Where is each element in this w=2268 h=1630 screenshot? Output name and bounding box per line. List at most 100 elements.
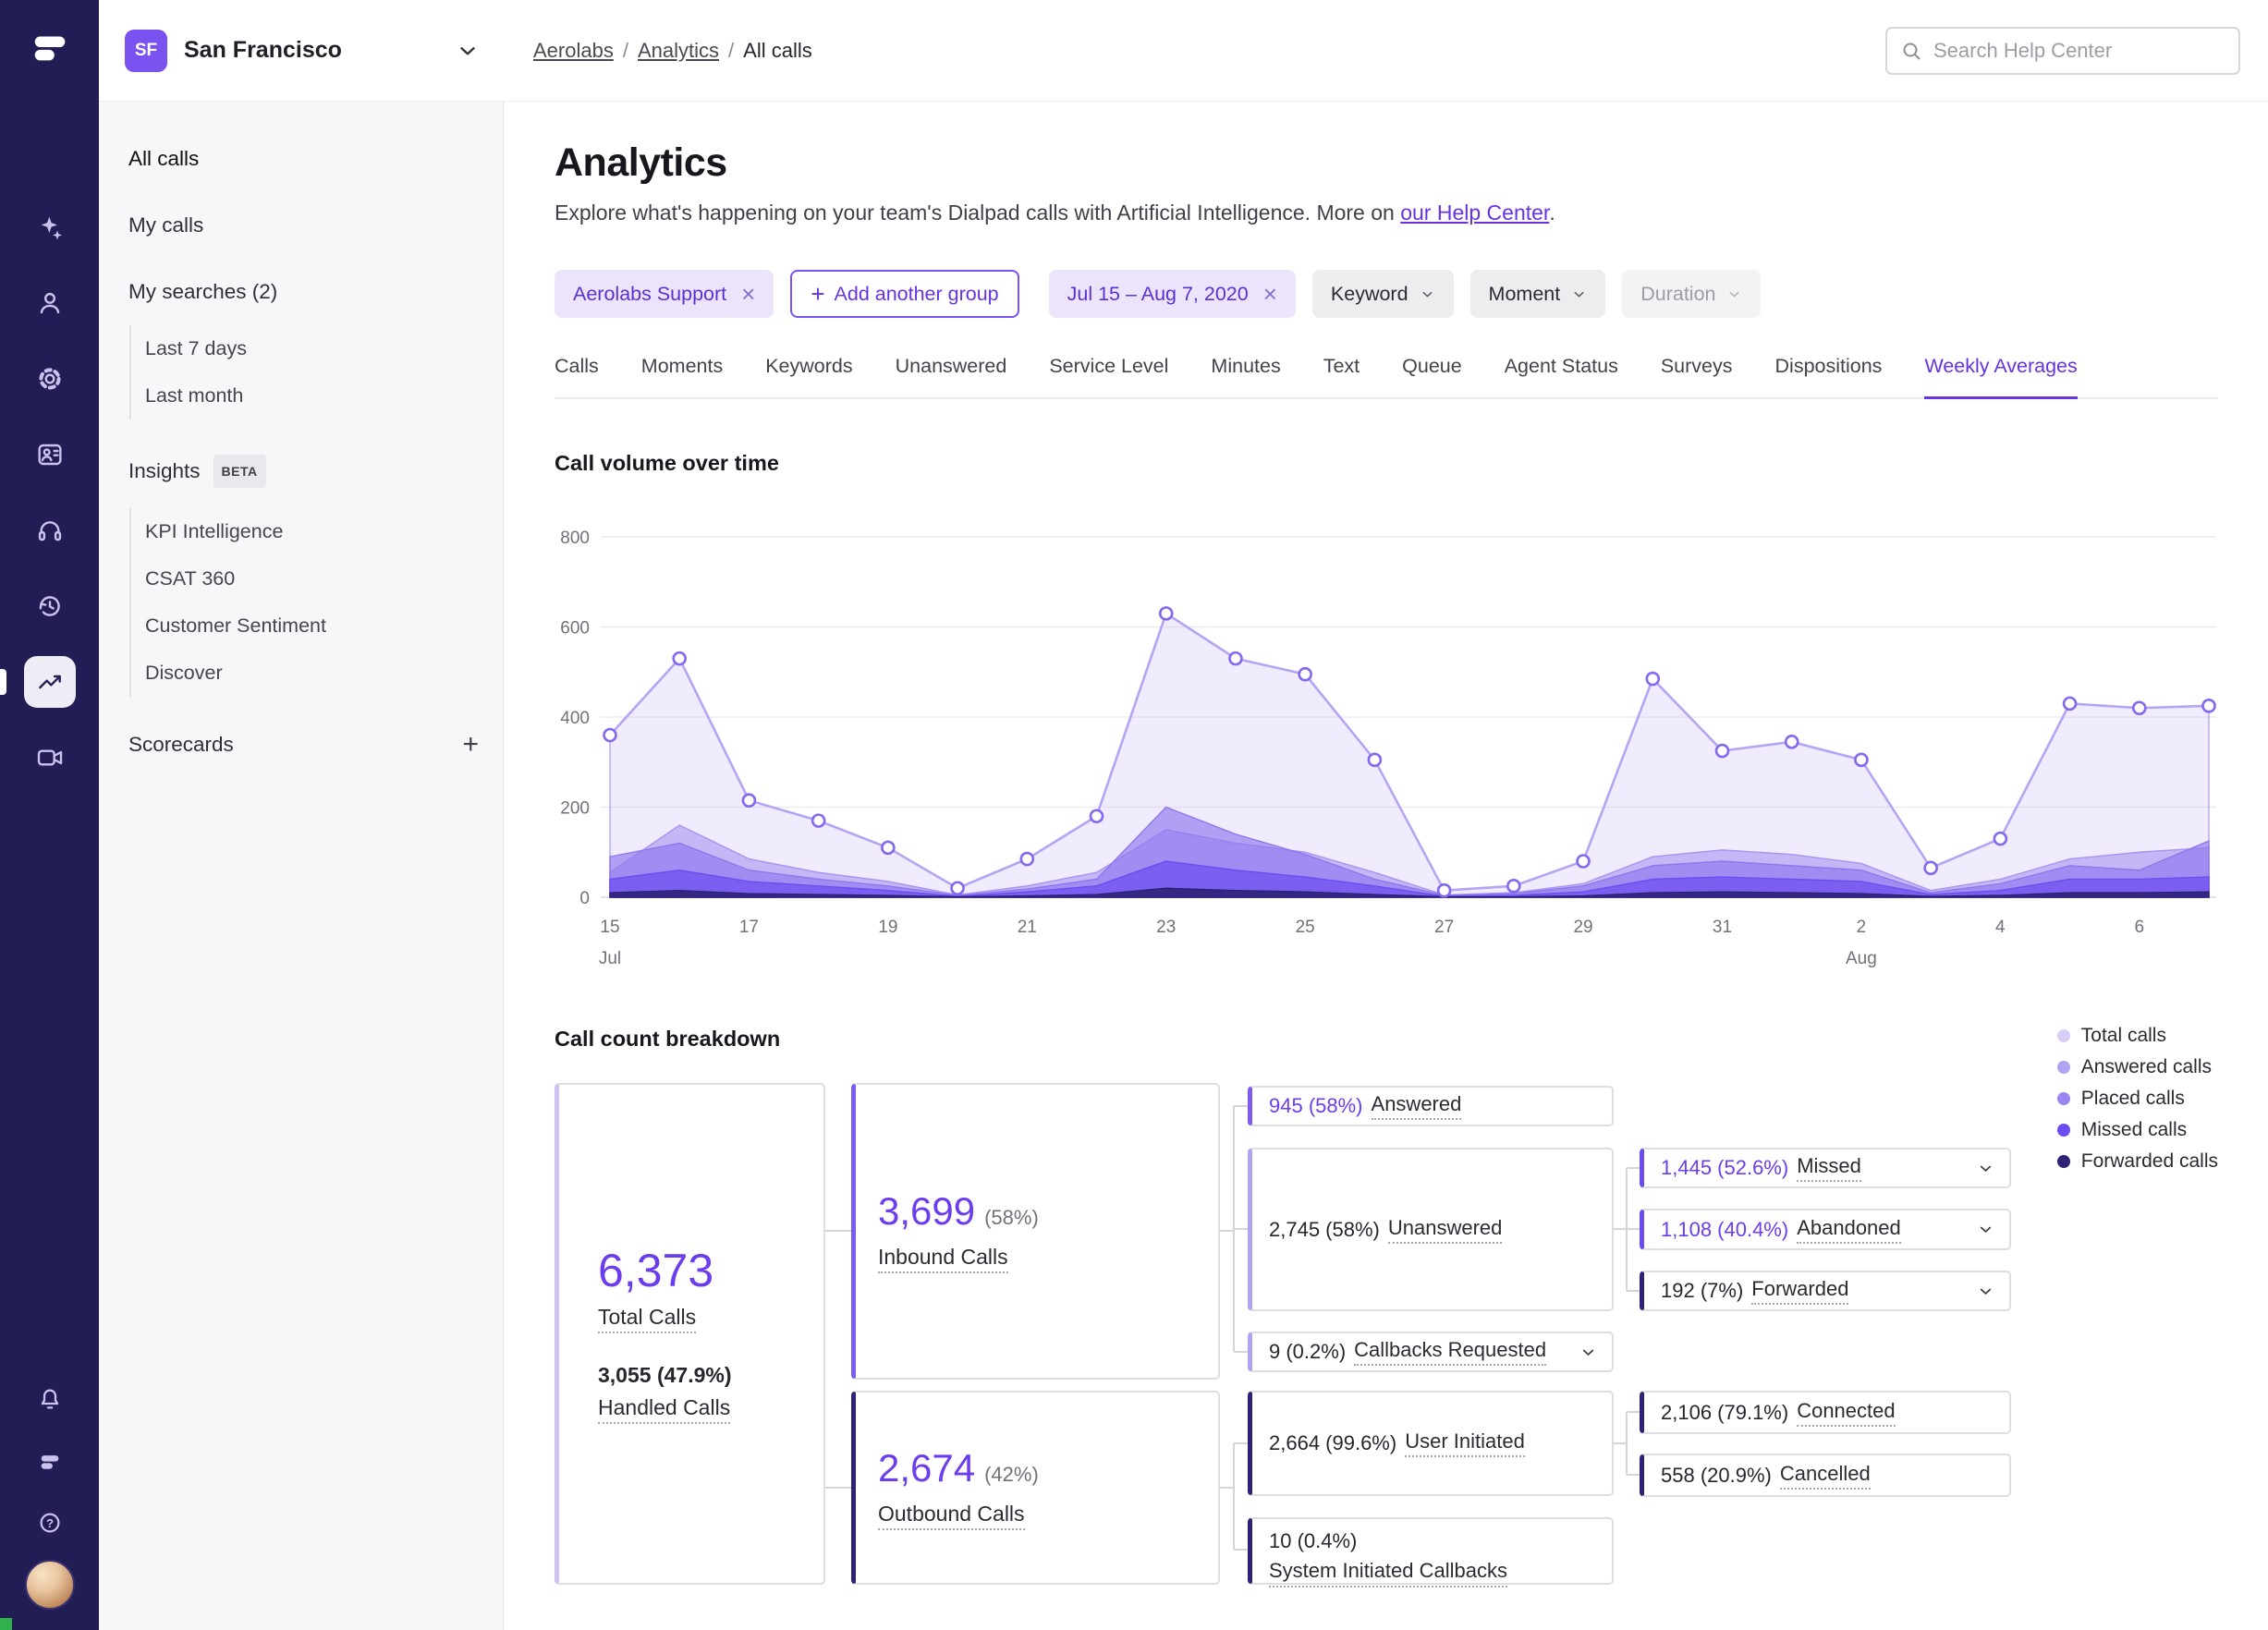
filter-chip-aerolabs-support[interactable]: Aerolabs Support × — [555, 270, 774, 318]
tab-weekly-averages[interactable]: Weekly Averages — [1924, 355, 2078, 399]
outbound-value: 2,674 — [878, 1445, 976, 1490]
shared-lines-icon[interactable] — [24, 429, 76, 480]
app-window: ? SF San Francisco Aerolabs / Analytics / Al… — [0, 0, 2268, 1630]
sidebar-item-last-7-days[interactable]: Last 7 days — [99, 325, 503, 372]
help-search[interactable] — [1885, 26, 2240, 75]
chevron-down-icon[interactable] — [456, 39, 480, 63]
breadcrumb-analytics[interactable]: Analytics — [638, 39, 719, 63]
filter-chip-moment[interactable]: Moment — [1469, 270, 1606, 318]
legend-dot — [2056, 1061, 2070, 1074]
filter-chip-label: Jul 15 – Aug 7, 2020 — [1067, 282, 1249, 305]
dialpad-logo-icon[interactable] — [29, 26, 71, 73]
node-callbacks-requested: 9 (0.2%) Callbacks Requested — [1248, 1332, 1614, 1372]
sidebar-item-my-searches-2[interactable]: My searches (2) — [99, 259, 503, 325]
analytics-trend-icon[interactable] — [0, 656, 76, 708]
chevron-down-icon[interactable] — [1579, 1344, 1597, 1361]
help-search-input[interactable] — [1933, 38, 2225, 63]
filter-chip-duration[interactable]: Duration — [1622, 270, 1762, 318]
unanswered-label[interactable]: Unanswered — [1387, 1216, 1503, 1244]
sidebar-item-scorecards[interactable]: Scorecards + — [99, 712, 503, 778]
search-icon — [1903, 43, 1920, 59]
legend-label: Total calls — [2080, 1025, 2166, 1046]
tab-minutes[interactable]: Minutes — [1211, 355, 1280, 399]
settings-gear-icon[interactable] — [24, 353, 76, 405]
svg-text:29: 29 — [1573, 918, 1592, 937]
sidebar-item-insights[interactable]: Insights BETA — [99, 434, 503, 508]
chevron-down-icon[interactable] — [1977, 1283, 1994, 1300]
svg-text:27: 27 — [1434, 918, 1454, 937]
sidebar-item-last-month[interactable]: Last month — [99, 372, 503, 420]
sidebar-item-kpi-intelligence[interactable]: KPI Intelligence — [99, 508, 503, 555]
tab-calls[interactable]: Calls — [555, 355, 599, 399]
breadcrumb-aerolabs[interactable]: Aerolabs — [533, 39, 614, 63]
callbacks-value: 9 (0.2%) — [1269, 1340, 1347, 1363]
rail-nav — [0, 201, 99, 784]
meetings-settings-icon[interactable] — [24, 732, 76, 784]
chevron-down-icon[interactable] — [1977, 1221, 1994, 1238]
connected-label[interactable]: Connected — [1797, 1399, 1896, 1427]
svg-text:0: 0 — [579, 889, 590, 908]
team-switcher[interactable]: SF San Francisco — [99, 29, 504, 72]
analytics-tabs: Calls Moments Keywords Unanswered Service Le… — [555, 355, 2218, 399]
forwarded-value: 192 (7%) — [1661, 1279, 1744, 1302]
cancelled-label[interactable]: Cancelled — [1779, 1462, 1871, 1490]
help-center-link[interactable]: our Help Center — [1400, 201, 1549, 225]
filter-chip-label: Keyword — [1330, 282, 1408, 305]
tab-queue[interactable]: Queue — [1402, 355, 1462, 399]
missed-value: 1,445 (52.6%) — [1661, 1156, 1789, 1179]
chevron-down-icon[interactable] — [1977, 1160, 1994, 1177]
sidebar-item-csat-360[interactable]: CSAT 360 — [99, 555, 503, 602]
sidebar-item-my-calls[interactable]: My calls — [99, 192, 503, 259]
remove-filter-icon[interactable]: × — [741, 282, 755, 306]
callbacks-label[interactable]: Callbacks Requested — [1354, 1338, 1547, 1366]
tab-service-level[interactable]: Service Level — [1049, 355, 1168, 399]
inbound-label[interactable]: Inbound Calls — [878, 1245, 1008, 1273]
sidebar-item-customer-sentiment[interactable]: Customer Sentiment — [99, 602, 503, 650]
node-system-initiated-callbacks: 10 (0.4%) System Initiated Callbacks — [1248, 1517, 1614, 1588]
coaching-headset-icon[interactable] — [24, 505, 76, 556]
tab-moments[interactable]: Moments — [641, 355, 723, 399]
notifications-bell-icon[interactable] — [25, 1374, 75, 1424]
outbound-label[interactable]: Outbound Calls — [878, 1502, 1025, 1530]
svg-text:Jul: Jul — [599, 949, 621, 968]
legend-item-forwarded-calls: Forwarded calls — [2056, 1150, 2218, 1173]
handled-calls-label[interactable]: Handled Calls — [598, 1395, 731, 1424]
remove-filter-icon[interactable]: × — [1263, 282, 1277, 306]
call-count-breakdown-section: Call count breakdown Total calls Answered… — [555, 1025, 2218, 1591]
total-calls-label[interactable]: Total Calls — [598, 1305, 697, 1333]
history-icon[interactable] — [24, 580, 76, 632]
tab-dispositions[interactable]: Dispositions — [1775, 355, 1883, 399]
add-scorecard-button[interactable]: + — [462, 731, 479, 759]
answered-label[interactable]: Answered — [1371, 1092, 1462, 1120]
user-initiated-label[interactable]: User Initiated — [1405, 1429, 1525, 1457]
sidebar-item-discover[interactable]: Discover — [99, 650, 503, 697]
team-badge: SF — [125, 29, 167, 72]
tab-surveys[interactable]: Surveys — [1661, 355, 1733, 399]
missed-label[interactable]: Missed — [1797, 1154, 1861, 1182]
tab-keywords[interactable]: Keywords — [765, 355, 852, 399]
tab-agent-status[interactable]: Agent Status — [1505, 355, 1618, 399]
presence-indicator — [0, 1618, 12, 1630]
filter-chip-jul-15-aug-7-2020[interactable]: Jul 15 – Aug 7, 2020 × — [1048, 270, 1296, 318]
filter-chip-label: Moment — [1488, 282, 1561, 305]
dialpad-app-icon[interactable] — [25, 1436, 75, 1486]
chevron-down-icon — [1571, 286, 1587, 302]
contacts-icon[interactable] — [24, 277, 76, 329]
filter-chip-add-another-group[interactable]: + Add another group — [790, 270, 1019, 318]
user-avatar[interactable] — [24, 1560, 75, 1610]
node-unanswered: 2,745 (58%) Unanswered — [1248, 1148, 1614, 1311]
filter-chip-keyword[interactable]: Keyword — [1311, 270, 1454, 318]
breadcrumb-all-calls: All calls — [743, 38, 812, 62]
tab-text[interactable]: Text — [1323, 355, 1360, 399]
ai-assist-icon[interactable] — [24, 201, 76, 253]
svg-text:?: ? — [45, 1516, 53, 1530]
system-initiated-label[interactable]: System Initiated Callbacks — [1269, 1557, 1507, 1588]
legend-dot — [2056, 1092, 2070, 1105]
sidebar-item-all-calls[interactable]: All calls — [99, 126, 503, 192]
svg-text:4: 4 — [1995, 918, 2006, 937]
help-icon[interactable]: ? — [25, 1498, 75, 1548]
tab-unanswered[interactable]: Unanswered — [896, 355, 1007, 399]
forwarded-label[interactable]: Forwarded — [1751, 1277, 1849, 1305]
abandoned-label[interactable]: Abandoned — [1797, 1216, 1901, 1244]
legend-item-total-calls: Total calls — [2056, 1025, 2218, 1047]
